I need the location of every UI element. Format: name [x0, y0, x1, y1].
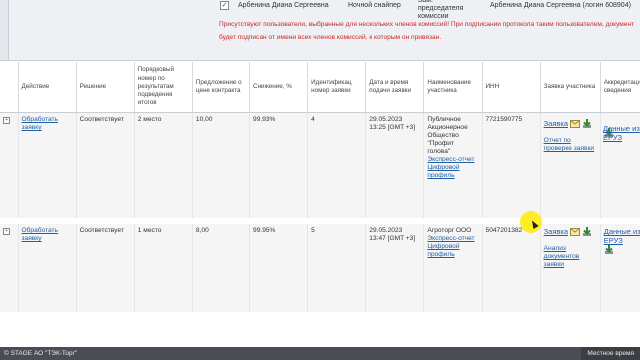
commission-panel: ✓ Арбенина Диана Сергеевна Ночной снайпе… [0, 0, 640, 61]
documents-analysis-link[interactable]: Анализ документов заявки [544, 245, 597, 269]
envelope-icon[interactable] [570, 228, 581, 236]
price-cell: 8,00 [192, 224, 251, 312]
date-cell: 29.05.2023 13:47 [GMT +3] [365, 224, 425, 312]
header-date[interactable]: Дата и время подачи заявки [365, 62, 425, 113]
check-report-link[interactable]: Отчет по проверке заявки [544, 137, 597, 153]
download-icon[interactable] [604, 245, 614, 255]
header-action[interactable]: Действие [18, 62, 77, 113]
header-decrease[interactable]: Снижение, % [249, 62, 309, 113]
member-checkbox[interactable]: ✓ [220, 0, 229, 10]
header-accreditation[interactable]: Аккредитация сведения [600, 62, 640, 113]
member-login: Арбенина Диана Сергеевна (логин 608904) [490, 1, 631, 9]
decrease-cell: 99.95% [249, 224, 309, 312]
eruz-data-link[interactable]: Данные из ЕРУЗ [603, 124, 640, 142]
footer-copyright: © STAGE АО "ТЭК-Торг" [4, 350, 78, 357]
participant-name: Агроторг ООО [427, 227, 472, 234]
participant-name: Публичное Акционерное Общество "Профит г… [427, 116, 468, 155]
commission-member-row: ✓ Арбенина Диана Сергеевна Ночной снайпе… [220, 0, 631, 20]
eruz-data-link[interactable]: Данные из ЕРУЗ [604, 227, 640, 245]
duplicate-users-warning: Присутствуют пользователи, выбранные для… [219, 21, 635, 41]
decision-cell: Соответствует [76, 112, 135, 218]
place-cell: 2 место [134, 112, 193, 218]
price-cell: 10,00 [192, 112, 251, 218]
member-role: Ночной снайпер [348, 1, 401, 9]
header-decision[interactable]: Решение [76, 62, 135, 113]
member-name: Арбенина Диана Сергеевна [238, 1, 329, 9]
inn-cell: 7721590775 [482, 112, 541, 218]
place-cell: 1 место [134, 224, 193, 312]
footer-bar: © STAGE АО "ТЭК-Торг" Местное время [0, 347, 640, 360]
download-icon[interactable] [582, 227, 592, 237]
date-cell: 29.05.2023 13:25 [GMT +3] [365, 112, 425, 218]
applications-table: Действие Решение Порядковый номер по рез… [0, 62, 640, 312]
decision-cell: Соответствует [76, 224, 135, 312]
express-report-link[interactable]: Экспресс-отчет Цифровой профиль [427, 156, 478, 180]
download-icon[interactable] [582, 119, 592, 129]
envelope-icon[interactable] [570, 120, 581, 128]
express-report-link[interactable]: Экспресс-отчет Цифровой профиль [427, 235, 474, 258]
table-row: + Обработать заявку Соответствует 2 мест… [0, 112, 640, 218]
header-participant[interactable]: Наименование участника [423, 62, 483, 113]
table-header-row: Действие Решение Порядковый номер по рез… [0, 62, 640, 113]
process-application-link[interactable]: Обработать заявку [22, 116, 58, 131]
app-id-cell: 4 [307, 112, 367, 218]
panel-left-strip [0, 0, 9, 60]
inn-cell: 5047201382 [482, 224, 541, 312]
decrease-cell: 99.93% [249, 112, 309, 218]
process-application-link[interactable]: Обработать заявку [22, 227, 58, 242]
header-application[interactable]: Заявка участника [540, 62, 601, 113]
footer-local-time: Местное время [581, 347, 640, 360]
expand-row-icon[interactable]: + [3, 228, 10, 235]
header-place[interactable]: Порядковый номер по результатам подведен… [134, 62, 193, 113]
header-price[interactable]: Предложение о цене контракта [192, 62, 251, 113]
header-inn[interactable]: ИНН [482, 62, 541, 113]
expand-row-icon[interactable]: + [3, 117, 10, 124]
header-expander [0, 62, 19, 113]
table-row: + Обработать заявку Соответствует 1 мест… [0, 224, 640, 312]
app-id-cell: 5 [307, 224, 367, 312]
application-link[interactable]: Заявка [544, 228, 568, 236]
application-link[interactable]: Заявка [544, 120, 568, 128]
header-app-id[interactable]: Идентификац номер заявки [307, 62, 367, 113]
